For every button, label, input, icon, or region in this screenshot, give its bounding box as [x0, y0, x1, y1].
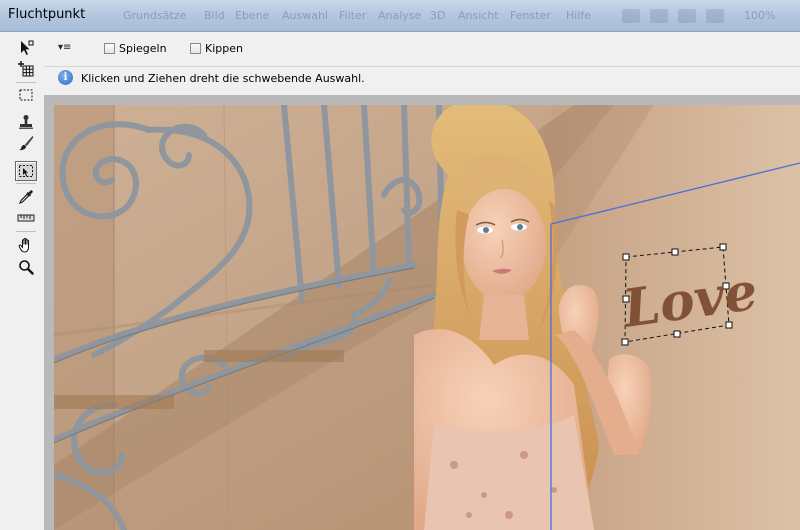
brush-icon: [19, 136, 34, 151]
info-bar: i Klicken und Ziehen dreht die schwebend…: [44, 66, 800, 89]
dashed-rect-icon: [19, 89, 33, 101]
window-title: Fluchtpunkt: [8, 7, 86, 22]
mirror-label: Spiegeln: [119, 42, 167, 55]
eyedropper-icon: [18, 190, 33, 205]
ghost-menu-item: Filter: [339, 9, 367, 22]
magnifier-icon: [19, 260, 34, 275]
arrow-plus-icon: [21, 40, 34, 55]
ghost-icon: [650, 9, 668, 23]
info-icon: i: [58, 70, 73, 85]
ghost-menu-item: Fenster: [510, 9, 551, 22]
face: [462, 189, 546, 301]
stamp-tool[interactable]: [15, 112, 37, 132]
options-menu-button[interactable]: ▾≡: [58, 42, 71, 53]
marquee-tool[interactable]: [15, 85, 37, 105]
info-text: Klicken und Ziehen dreht die schwebende …: [81, 72, 365, 85]
ghost-menu-item: Auswahl: [282, 9, 328, 22]
hand-tool[interactable]: [15, 235, 37, 255]
hand-icon: [18, 237, 29, 253]
brush-tool[interactable]: [15, 133, 37, 153]
ghost-zoom: 100%: [744, 9, 776, 22]
ghost-icon: [706, 9, 724, 23]
ruler-icon: [17, 214, 35, 222]
mirror-checkbox[interactable]: [104, 43, 115, 54]
canvas-frame: Love: [44, 95, 800, 530]
ghost-icon: [622, 9, 640, 23]
transform-tool[interactable]: [15, 161, 37, 181]
options-bar: ▾≡ Spiegeln Kippen: [44, 32, 800, 66]
tool-separator: [16, 231, 36, 232]
title-bar: Fluchtpunkt Grundsätze Bild Ebene Auswah…: [0, 0, 800, 32]
ghost-menu-item: Hilfe: [566, 9, 592, 22]
ghost-menu-item: Grundsätze: [123, 9, 187, 22]
flip-checkbox[interactable]: [190, 43, 201, 54]
ghost-menu-item: 3D: [430, 9, 446, 22]
edit-plane-tool[interactable]: [15, 38, 37, 58]
canvas-image: Love: [54, 105, 800, 530]
ghost-menu-item: Analyse: [378, 9, 422, 22]
ghost-menu-item: Bild: [204, 9, 225, 22]
ghost-menu-item: Ebene: [235, 9, 270, 22]
transform-icon: [19, 165, 33, 177]
ghost-menu-item: Ansicht: [458, 9, 499, 22]
tool-separator: [16, 183, 36, 184]
tool-separator: [16, 82, 36, 83]
stamp-icon: [19, 115, 33, 129]
tool-panel: [0, 32, 44, 530]
grid-plus-icon: [18, 61, 34, 77]
eyedropper-tool[interactable]: [15, 187, 37, 207]
flip-label: Kippen: [205, 42, 243, 55]
ghost-icon: [678, 9, 696, 23]
zoom-tool[interactable]: [15, 257, 37, 277]
create-plane-tool[interactable]: [15, 59, 37, 79]
canvas[interactable]: Love: [54, 105, 800, 530]
measure-tool[interactable]: [15, 208, 37, 228]
